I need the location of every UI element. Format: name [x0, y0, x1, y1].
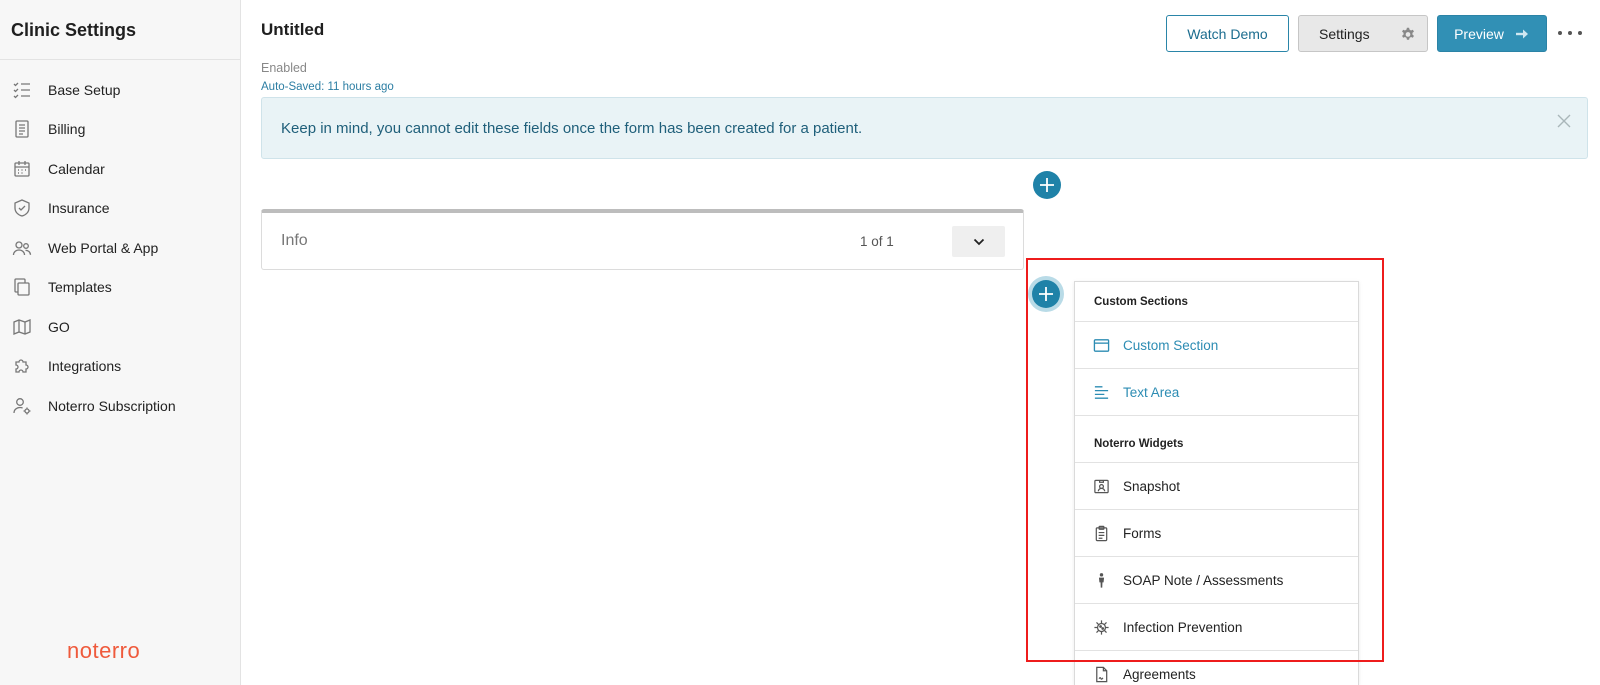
menu-section-heading: Noterro Widgets: [1075, 416, 1358, 463]
sidebar-item-label: Web Portal & App: [48, 239, 159, 256]
more-options-icon[interactable]: [1558, 23, 1582, 43]
sidebar: Clinic Settings Base Setup Billing Calen…: [0, 0, 241, 685]
menu-section-heading: Custom Sections: [1075, 282, 1358, 322]
calendar-icon: [11, 158, 33, 180]
status-text: Enabled: [261, 61, 307, 75]
alert-text: Keep in mind, you cannot edit these fiel…: [281, 120, 863, 137]
menu-item-label: Forms: [1123, 525, 1162, 541]
menu-item-custom-section[interactable]: Custom Section: [1075, 322, 1358, 369]
sidebar-nav: Base Setup Billing Calendar Insurance We…: [0, 60, 240, 426]
preview-button[interactable]: Preview: [1437, 15, 1547, 52]
virus-icon: [1092, 618, 1110, 636]
autosave-status: Auto-Saved: 11 hours ago: [261, 81, 394, 93]
section-title: Info: [281, 232, 308, 249]
menu-item-infection-prevention[interactable]: Infection Prevention: [1075, 604, 1358, 651]
menu-item-snapshot[interactable]: Snapshot: [1075, 463, 1358, 510]
sidebar-item-label: Billing: [48, 121, 86, 138]
users-icon: [11, 237, 33, 259]
noterro-logo[interactable]: noterro: [67, 638, 140, 664]
watch-demo-label: Watch Demo: [1187, 25, 1268, 42]
close-icon[interactable]: [1555, 112, 1573, 130]
sidebar-title: Clinic Settings: [0, 0, 240, 60]
sidebar-item-base-setup[interactable]: Base Setup: [0, 70, 240, 110]
menu-item-agreements[interactable]: Agreements: [1075, 651, 1358, 685]
menu-item-forms[interactable]: Forms: [1075, 510, 1358, 557]
arrow-right-icon: [1515, 29, 1528, 38]
settings-label: Settings: [1319, 25, 1370, 42]
sidebar-item-label: Integrations: [48, 358, 122, 375]
sidebar-item-label: GO: [48, 318, 70, 335]
sidebar-item-label: Insurance: [48, 200, 110, 217]
sidebar-item-label: Templates: [48, 279, 112, 296]
section-count: 1 of 1: [860, 234, 894, 249]
sidebar-item-integrations[interactable]: Integrations: [0, 347, 240, 387]
text-align-icon: [1092, 383, 1110, 401]
preview-label: Preview: [1454, 25, 1504, 42]
window-icon: [1092, 336, 1110, 354]
document-icon: [11, 118, 33, 140]
menu-item-text-area[interactable]: Text Area: [1075, 369, 1358, 416]
menu-item-label: Text Area: [1123, 384, 1180, 400]
plus-icon: [1040, 178, 1054, 192]
puzzle-icon: [11, 355, 33, 377]
menu-item-label: Agreements: [1123, 666, 1196, 682]
add-section-menu: Custom Sections Custom Section Text Area…: [1074, 281, 1359, 685]
menu-item-soap-note[interactable]: SOAP Note / Assessments: [1075, 557, 1358, 604]
person-icon: [1092, 571, 1110, 589]
menu-item-label: Snapshot: [1123, 478, 1181, 494]
shield-icon: [11, 197, 33, 219]
sidebar-item-web-portal[interactable]: Web Portal & App: [0, 228, 240, 268]
sidebar-item-calendar[interactable]: Calendar: [0, 149, 240, 189]
menu-item-label: Custom Section: [1123, 337, 1219, 353]
add-section-button-active[interactable]: [1032, 280, 1060, 308]
sidebar-item-templates[interactable]: Templates: [0, 268, 240, 308]
copy-icon: [11, 276, 33, 298]
settings-button[interactable]: Settings: [1298, 15, 1428, 52]
user-gear-icon: [11, 395, 33, 417]
sidebar-item-label: Noterro Subscription: [48, 397, 176, 414]
checklist-icon: [11, 79, 33, 101]
contract-icon: [1092, 665, 1110, 683]
page-title[interactable]: Untitled: [261, 20, 324, 40]
gear-icon: [1402, 27, 1414, 40]
clipboard-icon: [1092, 524, 1110, 542]
add-section-button[interactable]: [1033, 171, 1061, 199]
menu-item-label: Infection Prevention: [1123, 619, 1243, 635]
sidebar-item-label: Base Setup: [48, 81, 121, 98]
watch-demo-button[interactable]: Watch Demo: [1166, 15, 1289, 52]
section-toggle-button[interactable]: [952, 226, 1005, 257]
menu-item-label: SOAP Note / Assessments: [1123, 572, 1284, 588]
sidebar-item-go[interactable]: GO: [0, 307, 240, 347]
map-icon: [11, 316, 33, 338]
id-card-icon: [1092, 477, 1110, 495]
sidebar-item-label: Calendar: [48, 160, 105, 177]
info-alert: Keep in mind, you cannot edit these fiel…: [261, 97, 1588, 159]
info-section-card[interactable]: Info 1 of 1: [261, 209, 1024, 270]
sidebar-item-subscription[interactable]: Noterro Subscription: [0, 386, 240, 426]
sidebar-item-billing[interactable]: Billing: [0, 110, 240, 150]
sidebar-item-insurance[interactable]: Insurance: [0, 189, 240, 229]
plus-icon: [1039, 287, 1053, 301]
chevron-down-icon: [973, 238, 984, 245]
